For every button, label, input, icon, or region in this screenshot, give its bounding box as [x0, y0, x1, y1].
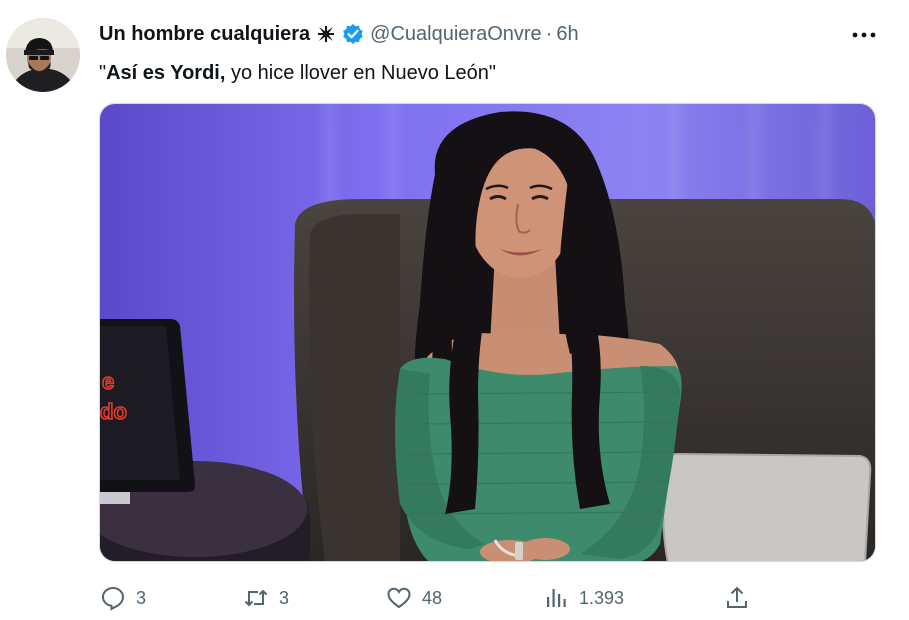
media-photo: e do [100, 104, 875, 561]
tweet-media-image[interactable]: e do [99, 103, 876, 562]
share-button[interactable] [724, 578, 750, 618]
laptop-sign-text-1: e [102, 369, 114, 394]
avatar-image [6, 18, 80, 92]
tweet-actions: 3 3 48 1.393 [0, 578, 909, 618]
views-count: 1.393 [579, 587, 625, 608]
tweet-text-rest: yo hice llover en Nuevo León" [225, 62, 497, 84]
more-options-button[interactable] [849, 22, 879, 48]
tweet-text-bold: Así es Yordi, [106, 62, 226, 84]
laptop-sign-text-2: do [100, 399, 127, 424]
verified-badge-icon[interactable] [342, 23, 364, 45]
views-button[interactable]: 1.393 [543, 578, 624, 618]
share-upload-icon [727, 586, 747, 608]
like-count: 48 [422, 587, 443, 608]
tweet-header: Un hombre cualquiera @CualquieraOnvre · … [99, 19, 809, 49]
separator-dot: · [545, 22, 553, 45]
reply-icon [101, 586, 125, 611]
reply-button[interactable]: 3 [100, 578, 146, 618]
timestamp[interactable]: 6h [556, 23, 578, 46]
display-name[interactable]: Un hombre cualquiera [99, 23, 310, 46]
tweet-card[interactable]: Un hombre cualquiera @CualquieraOnvre · … [0, 0, 909, 620]
maltese-cross-icon [316, 24, 336, 44]
views-bar-chart-icon [547, 589, 566, 607]
tweet-text: "Así es Yordi, yo hice llover en Nuevo L… [99, 60, 849, 86]
heart-icon [387, 587, 411, 609]
retweet-count: 3 [279, 587, 290, 608]
reply-count: 3 [136, 587, 147, 608]
more-dots-icon [852, 32, 876, 38]
retweet-icon [244, 589, 268, 607]
avatar[interactable] [6, 18, 80, 92]
like-button[interactable]: 48 [386, 578, 442, 618]
retweet-button[interactable]: 3 [243, 578, 289, 618]
user-handle[interactable]: @CualquieraOnvre [370, 23, 542, 46]
